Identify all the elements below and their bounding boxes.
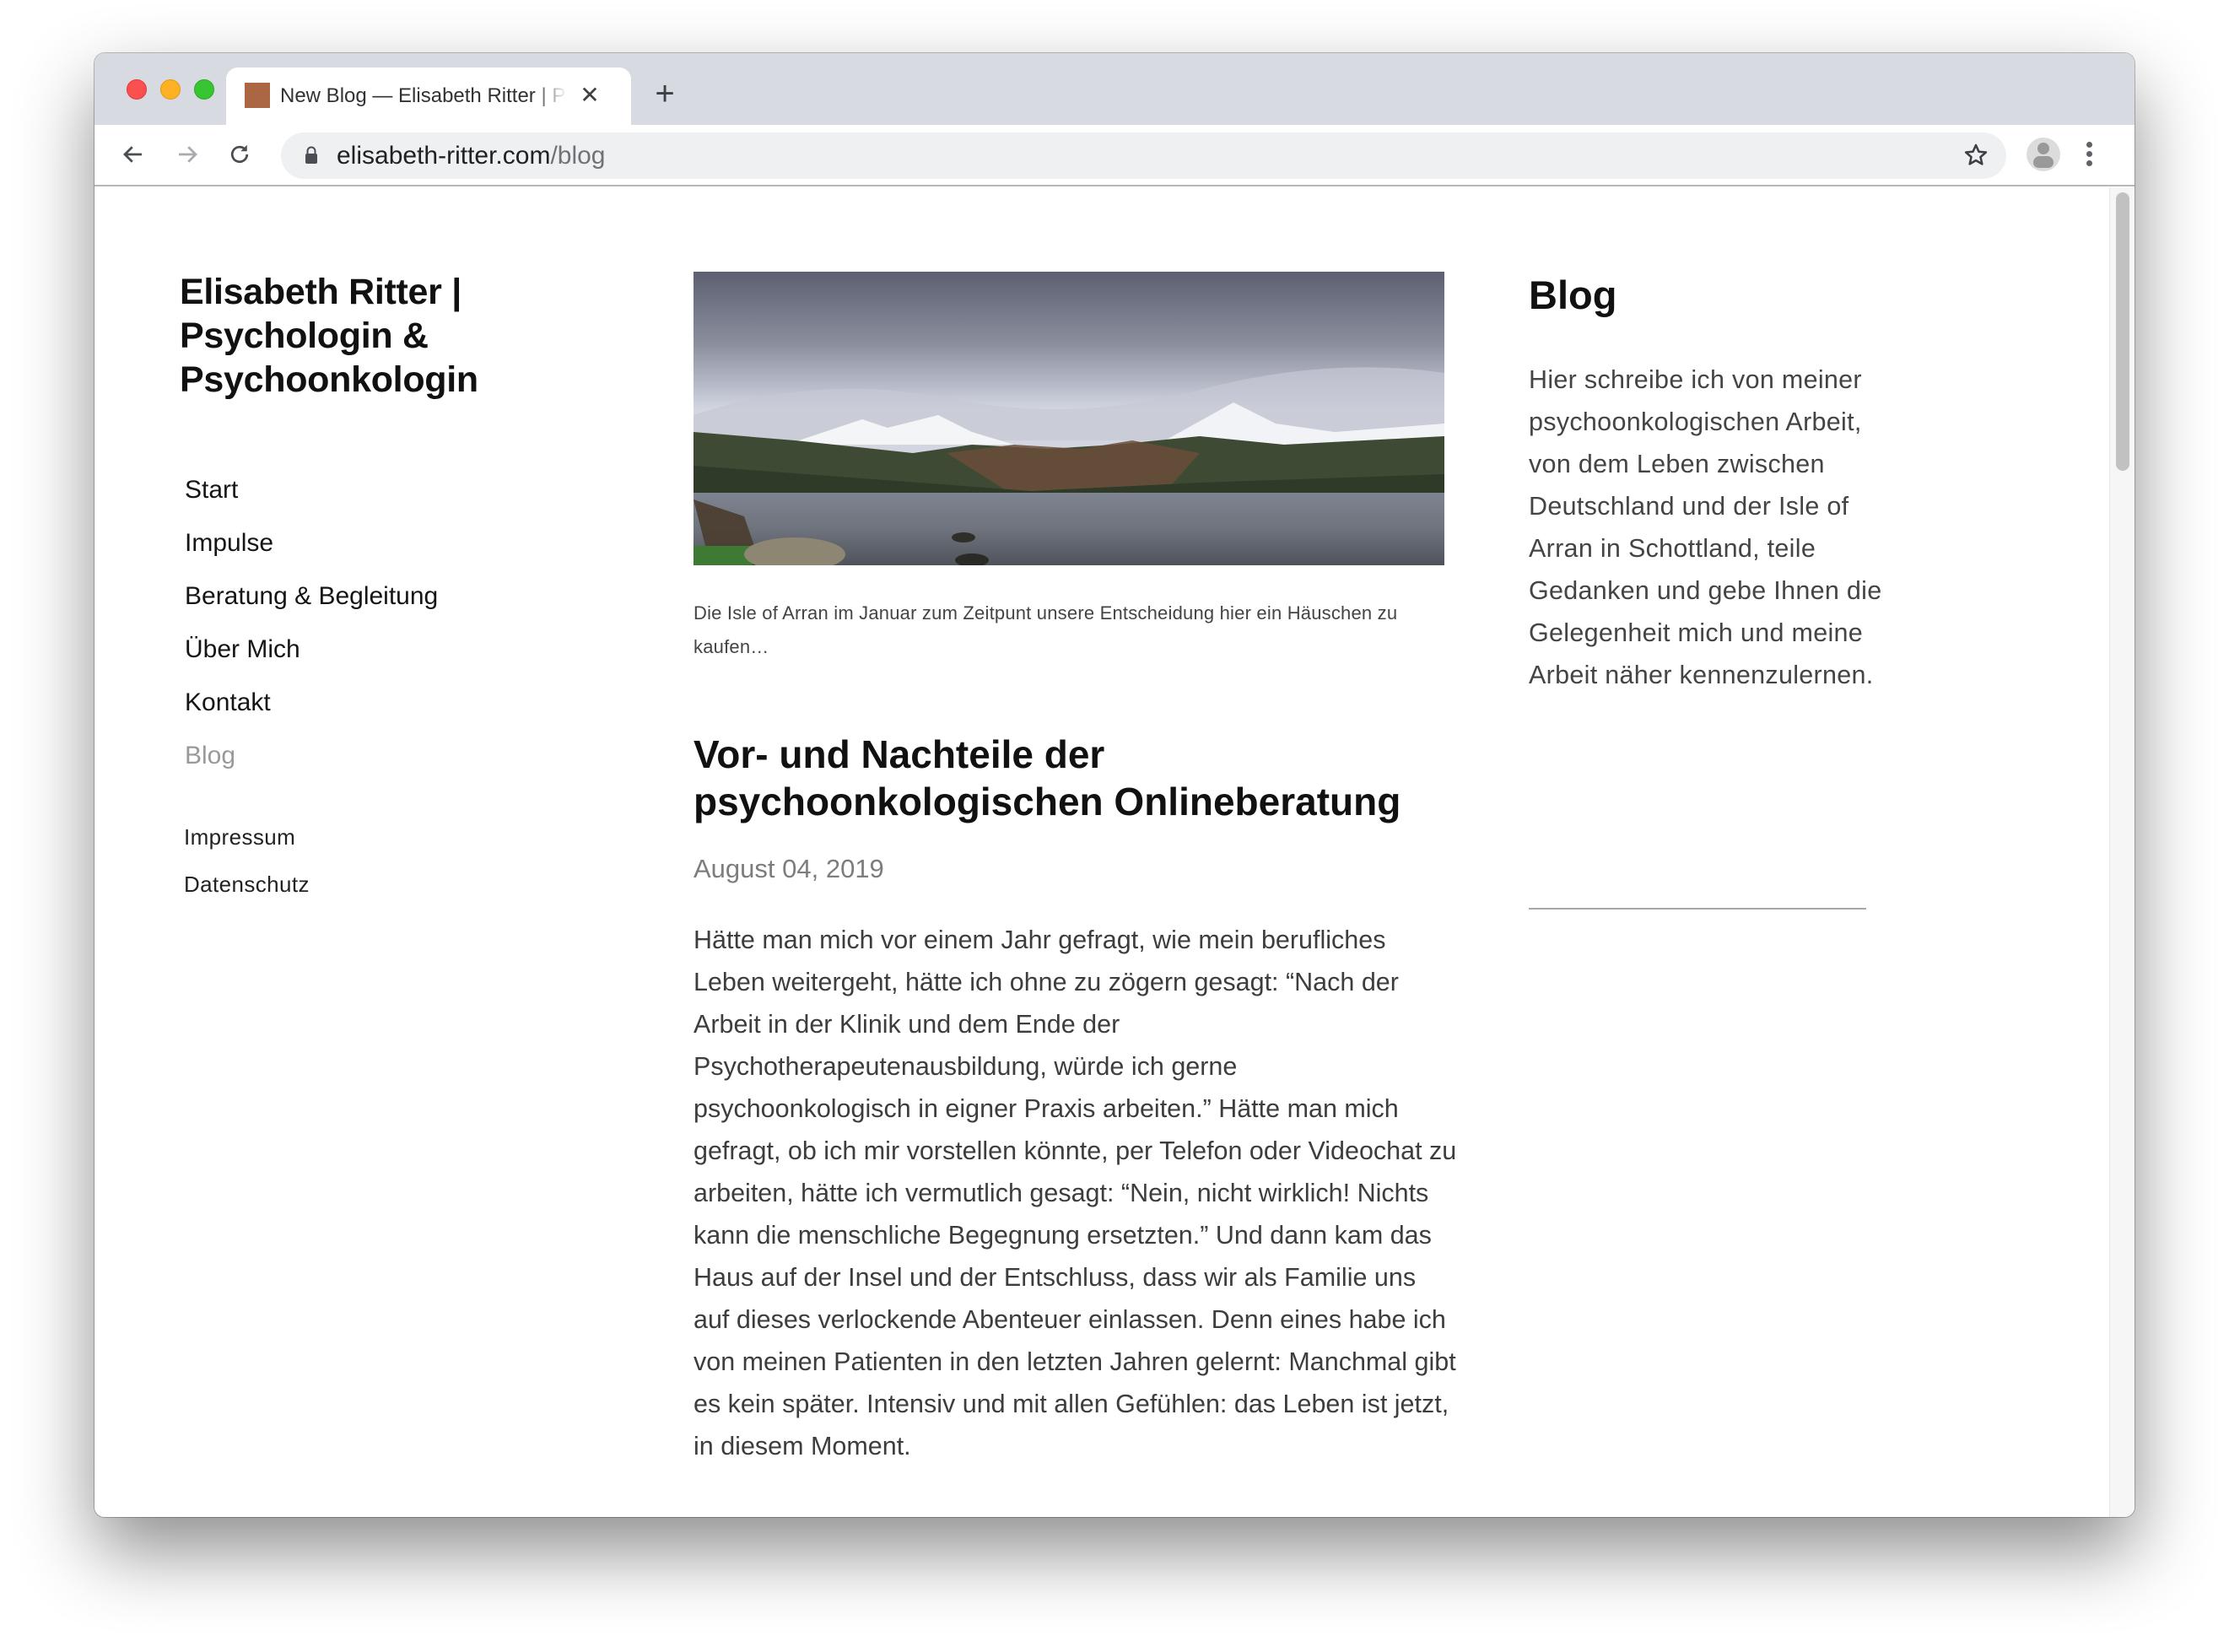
sidebar-divider: [1529, 908, 1866, 910]
post-body: Hätte man mich vor einem Jahr gefragt, w…: [694, 926, 1457, 1460]
forward-button[interactable]: [170, 138, 204, 171]
page-viewport: Elisabeth Ritter | Psychologin & Psychoo…: [94, 187, 2135, 1517]
minimize-window-button[interactable]: [160, 79, 181, 100]
nav-item-kontakt[interactable]: Kontakt: [185, 676, 438, 729]
nav-item-start[interactable]: Start: [185, 463, 438, 516]
landscape-illustration: [694, 272, 1444, 565]
close-window-button[interactable]: [127, 79, 147, 100]
back-arrow-icon: [123, 146, 142, 163]
post-title[interactable]: Vor- und Nachteile der psychoonkologisch…: [694, 731, 1453, 825]
page-scrollbar[interactable]: [2109, 187, 2133, 1517]
nav-item-impulse[interactable]: Impulse: [185, 516, 438, 570]
sidebar-title: Blog: [1529, 273, 1617, 317]
footer-navigation: Impressum Datenschutz: [184, 813, 310, 908]
sidebar-description: Hier schreibe ich von meiner psychoonkol…: [1529, 365, 1882, 689]
browser-toolbar: elisabeth-ritter.com/blog: [94, 125, 2135, 186]
url-domain: elisabeth-ritter.com: [337, 142, 551, 170]
more-menu-icon[interactable]: [2081, 138, 2097, 171]
maximize-window-button[interactable]: [194, 79, 214, 100]
avatar-body: [2033, 156, 2054, 168]
post-date: August 04, 2019: [694, 854, 884, 883]
new-tab-button[interactable]: +: [651, 77, 678, 111]
browser-window: New Blog — Elisabeth Ritter | Psychologi…: [94, 53, 2135, 1517]
profile-avatar-icon[interactable]: [2027, 138, 2060, 171]
tab-title: New Blog — Elisabeth Ritter | Psychologi…: [280, 84, 567, 107]
reload-button[interactable]: [223, 138, 256, 171]
post-hero-image: [694, 272, 1444, 565]
nav-item-beratung-begleitung[interactable]: Beratung & Begleitung: [185, 570, 438, 623]
url-text[interactable]: elisabeth-ritter.com/blog: [337, 141, 606, 171]
reload-icon: [230, 144, 249, 164]
main-navigation: Start Impulse Beratung & Begleitung Über…: [185, 463, 438, 782]
footer-link-impressum[interactable]: Impressum: [184, 813, 310, 861]
site-title[interactable]: Elisabeth Ritter | Psychologin & Psychoo…: [180, 270, 517, 402]
footer-link-datenschutz[interactable]: Datenschutz: [184, 861, 310, 908]
favicon-icon: [245, 83, 270, 108]
avatar-head: [2037, 143, 2049, 154]
forward-arrow-icon: [179, 146, 197, 163]
nav-item-blog[interactable]: Blog: [185, 729, 438, 782]
address-bar[interactable]: elisabeth-ritter.com/blog: [281, 132, 2006, 179]
lock-icon: [305, 146, 317, 164]
back-button[interactable]: [116, 138, 150, 171]
tab-strip: New Blog — Elisabeth Ritter | Psychologi…: [94, 53, 2135, 125]
bookmark-star-icon[interactable]: [1962, 142, 1989, 169]
url-path: /blog: [550, 142, 606, 170]
image-caption: Die Isle of Arran im Januar zum Zeitpunt…: [694, 602, 1398, 657]
close-tab-icon[interactable]: ✕: [579, 84, 601, 107]
scrollbar-thumb[interactable]: [2116, 192, 2129, 471]
browser-tab-active[interactable]: New Blog — Elisabeth Ritter | Psychologi…: [226, 67, 631, 125]
nav-item-ueber-mich[interactable]: Über Mich: [185, 623, 438, 676]
